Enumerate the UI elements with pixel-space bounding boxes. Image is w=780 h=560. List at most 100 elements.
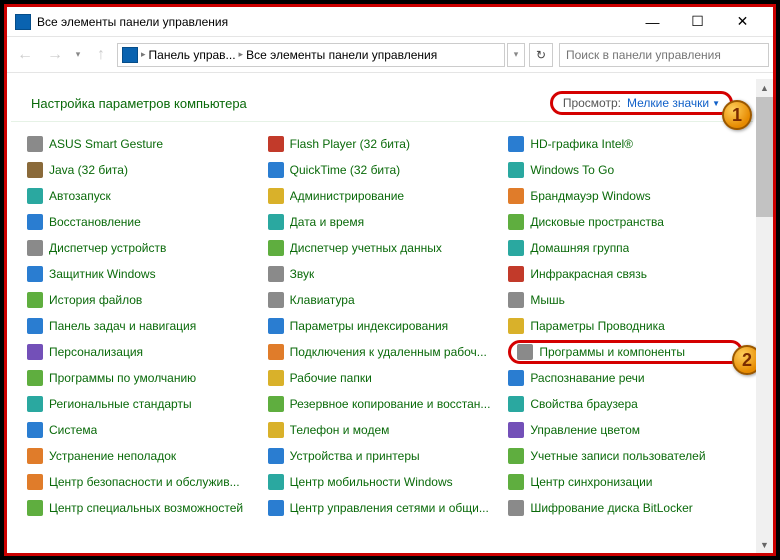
minimize-button[interactable]: — [630, 8, 675, 36]
control-panel-item[interactable]: Защитник Windows [27, 262, 262, 286]
close-button[interactable]: ✕ [720, 8, 765, 36]
control-panel-item[interactable]: Панель задач и навигация [27, 314, 262, 338]
control-panel-item[interactable]: Центр управления сетями и общи... [268, 496, 503, 520]
item-label: Автозапуск [49, 189, 111, 203]
item-label: Администрирование [290, 189, 404, 203]
control-panel-item[interactable]: Java (32 бита) [27, 158, 262, 182]
control-panel-item[interactable]: Дисковые пространства [508, 210, 743, 234]
item-icon [268, 266, 284, 282]
forward-button[interactable]: → [41, 41, 69, 69]
control-panel-item[interactable]: Звук [268, 262, 503, 286]
item-label: Управление цветом [530, 423, 640, 437]
control-panel-item[interactable]: Шифрование диска BitLocker [508, 496, 743, 520]
item-label: Программы и компоненты [539, 345, 685, 359]
item-icon [27, 396, 43, 412]
control-panel-item[interactable]: Центр мобильности Windows [268, 470, 503, 494]
chevron-down-icon: ▼ [712, 99, 720, 108]
control-panel-item[interactable]: ASUS Smart Gesture [27, 132, 262, 156]
search-input[interactable] [559, 43, 769, 67]
control-panel-item[interactable]: Параметры Проводника [508, 314, 743, 338]
item-icon [517, 344, 533, 360]
control-panel-item[interactable]: Распознавание речи [508, 366, 743, 390]
item-icon [27, 214, 43, 230]
control-panel-item[interactable]: Восстановление [27, 210, 262, 234]
control-panel-item[interactable]: HD-графика Intel® [508, 132, 743, 156]
item-icon [268, 240, 284, 256]
control-panel-item[interactable]: Клавиатура [268, 288, 503, 312]
control-panel-item[interactable]: Устранение неполадок [27, 444, 262, 468]
control-panel-item[interactable]: Диспетчер устройств [27, 236, 262, 260]
item-label: Устранение неполадок [49, 449, 176, 463]
maximize-button[interactable]: ☐ [675, 8, 720, 36]
scrollbar-thumb[interactable] [756, 97, 773, 217]
body: Настройка параметров компьютера Просмотр… [7, 73, 773, 553]
item-label: Рабочие папки [290, 371, 372, 385]
item-icon [27, 292, 43, 308]
control-panel-item[interactable]: Рабочие папки [268, 366, 503, 390]
control-panel-item[interactable]: Дата и время [268, 210, 503, 234]
item-label: Восстановление [49, 215, 141, 229]
item-icon [27, 266, 43, 282]
item-label: Звук [290, 267, 315, 281]
control-panel-item[interactable]: Программы по умолчанию [27, 366, 262, 390]
history-dropdown[interactable]: ▾ [71, 41, 85, 69]
control-panel-item[interactable]: Свойства браузера [508, 392, 743, 416]
view-selector-highlight: Просмотр: Мелкие значки ▼ 1 [550, 91, 733, 115]
item-icon [508, 292, 524, 308]
control-panel-item[interactable]: Центр безопасности и обслужив... [27, 470, 262, 494]
item-label: Распознавание речи [530, 371, 644, 385]
control-panel-item[interactable]: 2Программы и компоненты [508, 340, 743, 364]
control-panel-item[interactable]: Резервное копирование и восстан... [268, 392, 503, 416]
up-button[interactable]: ↑ [87, 41, 115, 69]
control-panel-item[interactable]: Региональные стандарты [27, 392, 262, 416]
control-panel-item[interactable]: История файлов [27, 288, 262, 312]
control-panel-item[interactable]: Flash Player (32 бита) [268, 132, 503, 156]
control-panel-item[interactable]: Управление цветом [508, 418, 743, 442]
item-icon [268, 396, 284, 412]
item-icon [27, 448, 43, 464]
item-icon [508, 396, 524, 412]
vertical-scrollbar[interactable]: ▲ ▼ [756, 79, 773, 553]
control-panel-item[interactable]: Параметры индексирования [268, 314, 503, 338]
control-panel-item[interactable]: Телефон и модем [268, 418, 503, 442]
item-icon [27, 422, 43, 438]
breadcrumb-root[interactable]: Панель управ... [149, 48, 236, 62]
item-icon [27, 344, 43, 360]
control-panel-item[interactable]: Мышь [508, 288, 743, 312]
refresh-button[interactable]: ↻ [529, 43, 553, 67]
control-panel-item[interactable]: Персонализация [27, 340, 262, 364]
scroll-up-icon[interactable]: ▲ [756, 79, 773, 96]
window-frame: Все элементы панели управления — ☐ ✕ ← →… [4, 4, 776, 556]
control-panel-item[interactable]: QuickTime (32 бита) [268, 158, 503, 182]
control-panel-item[interactable]: Windows To Go [508, 158, 743, 182]
item-icon [268, 474, 284, 490]
breadcrumb-current[interactable]: Все элементы панели управления [246, 48, 437, 62]
back-button[interactable]: ← [11, 41, 39, 69]
scroll-down-icon[interactable]: ▼ [756, 536, 773, 553]
view-dropdown[interactable]: Мелкие значки ▼ [627, 96, 720, 110]
control-panel-item[interactable]: Администрирование [268, 184, 503, 208]
control-panel-item[interactable]: Инфракрасная связь [508, 262, 743, 286]
item-icon [508, 370, 524, 386]
item-label: Flash Player (32 бита) [290, 137, 410, 151]
annotation-badge-1: 1 [722, 100, 752, 130]
control-panel-item[interactable]: Автозапуск [27, 184, 262, 208]
item-label: Параметры индексирования [290, 319, 448, 333]
control-panel-item[interactable]: Домашняя группа [508, 236, 743, 260]
address-bar[interactable]: ▸ Панель управ... ▸ Все элементы панели … [117, 43, 505, 67]
item-label: Региональные стандарты [49, 397, 192, 411]
control-panel-item[interactable]: Брандмауэр Windows [508, 184, 743, 208]
item-label: Брандмауэр Windows [530, 189, 650, 203]
control-panel-item[interactable]: Система [27, 418, 262, 442]
address-dropdown[interactable]: ▾ [507, 43, 525, 67]
item-label: Дата и время [290, 215, 364, 229]
control-panel-item[interactable]: Учетные записи пользователей [508, 444, 743, 468]
control-panel-item[interactable]: Подключения к удаленным рабоч... [268, 340, 503, 364]
item-icon [27, 474, 43, 490]
control-panel-item[interactable]: Устройства и принтеры [268, 444, 503, 468]
control-panel-item[interactable]: Центр специальных возможностей [27, 496, 262, 520]
control-panel-item[interactable]: Диспетчер учетных данных [268, 236, 503, 260]
item-icon [508, 214, 524, 230]
control-panel-item[interactable]: Центр синхронизации [508, 470, 743, 494]
item-icon [268, 214, 284, 230]
